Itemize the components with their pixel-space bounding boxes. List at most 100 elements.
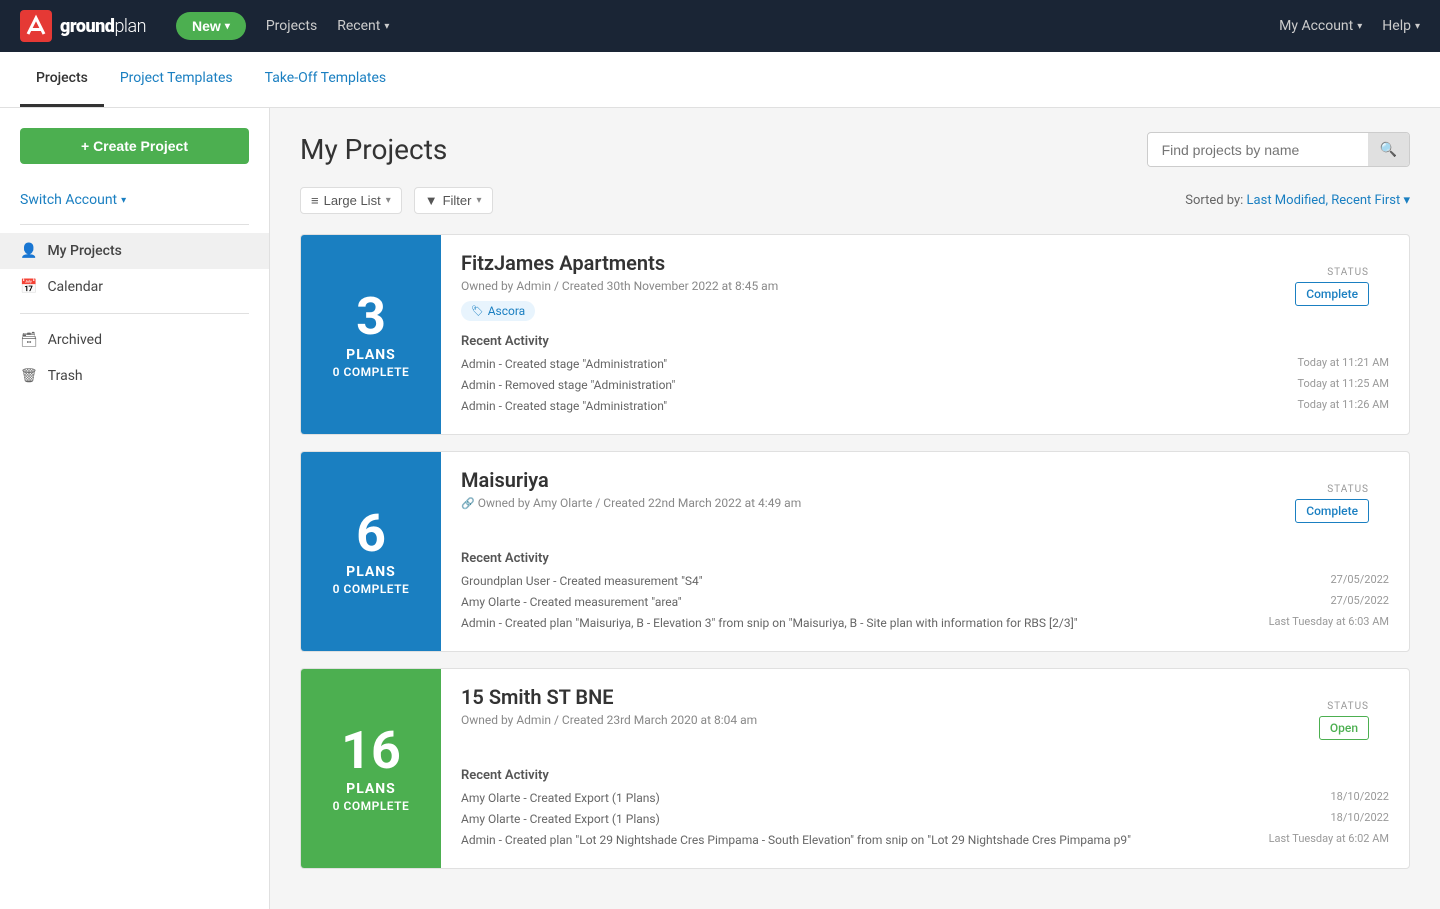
- plans-label: PLANS: [346, 347, 396, 363]
- activity-text: Amy Olarte - Created measurement "area": [461, 593, 1330, 611]
- project-meta: 🔗Owned by Amy Olarte / Created 22nd Marc…: [461, 496, 801, 510]
- activity-text: Admin - Created stage "Administration": [461, 397, 1297, 415]
- activity-row: Admin - Created stage "Administration" T…: [461, 397, 1389, 415]
- nav-right: My Account Help: [1279, 18, 1420, 34]
- project-card: 16 PLANS 0 COMPLETE 15 Smith ST BNE Owne…: [300, 668, 1410, 869]
- project-header: Maisuriya 🔗Owned by Amy Olarte / Created…: [461, 468, 1389, 539]
- content-area: My Projects 🔍 ≡ Large List ▼ Filter Sort…: [270, 108, 1440, 909]
- project-name[interactable]: Maisuriya: [461, 468, 801, 492]
- activity-row: Amy Olarte - Created Export (1 Plans) 18…: [461, 789, 1389, 807]
- status-badge[interactable]: Complete: [1295, 282, 1369, 306]
- logo-icon: [20, 10, 52, 42]
- activity-time: 27/05/2022: [1330, 572, 1389, 590]
- project-info: Maisuriya 🔗Owned by Amy Olarte / Created…: [441, 452, 1409, 651]
- project-card: 6 PLANS 0 COMPLETE Maisuriya 🔗Owned by A…: [300, 451, 1410, 652]
- activity-time: Today at 11:25 AM: [1297, 376, 1389, 394]
- project-info: 15 Smith ST BNE Owned by Admin / Created…: [441, 669, 1409, 868]
- sidebar-item-archived[interactable]: 🗃 Archived: [0, 322, 269, 358]
- activity-time: 18/10/2022: [1330, 810, 1389, 828]
- activity-row: Admin - Created plan "Lot 29 Nightshade …: [461, 831, 1389, 849]
- activity-time: Today at 11:26 AM: [1297, 397, 1389, 415]
- project-tag[interactable]: Ascora: [461, 301, 535, 321]
- nav-recent[interactable]: Recent ▾: [337, 18, 389, 34]
- tab-project-templates[interactable]: Project Templates: [104, 52, 249, 107]
- tab-projects[interactable]: Projects: [20, 52, 104, 107]
- activity-text: Amy Olarte - Created Export (1 Plans): [461, 810, 1330, 828]
- toolbar-left: ≡ Large List ▼ Filter: [300, 187, 493, 214]
- tab-takeoff-templates[interactable]: Take-Off Templates: [249, 52, 403, 107]
- plans-count: 16: [341, 725, 401, 777]
- activity-time: Last Tuesday at 6:03 AM: [1269, 614, 1389, 632]
- recent-activity-title: Recent Activity: [461, 334, 1389, 349]
- list-icon: ≡: [311, 193, 319, 208]
- project-header: FitzJames Apartments Owned by Admin / Cr…: [461, 251, 1389, 322]
- project-name[interactable]: 15 Smith ST BNE: [461, 685, 757, 709]
- link-icon: 🔗: [461, 497, 475, 510]
- activity-row: Admin - Removed stage "Administration" T…: [461, 376, 1389, 394]
- complete-label: 0 COMPLETE: [333, 365, 410, 379]
- filter-button[interactable]: ▼ Filter: [414, 187, 493, 214]
- help-link[interactable]: Help: [1382, 18, 1420, 34]
- logo-text: groundplan: [60, 16, 146, 37]
- activity-time: Last Tuesday at 6:02 AM: [1269, 831, 1389, 849]
- status-badge[interactable]: Open: [1319, 716, 1369, 740]
- content-header: My Projects 🔍: [300, 132, 1410, 167]
- main-layout: + Create Project Switch Account 👤 My Pro…: [0, 108, 1440, 909]
- activity-time: 18/10/2022: [1330, 789, 1389, 807]
- project-thumbnail[interactable]: 6 PLANS 0 COMPLETE: [301, 452, 441, 651]
- status-area: STATUS Complete: [1295, 468, 1389, 539]
- status-label: STATUS: [1295, 267, 1369, 278]
- project-name[interactable]: FitzJames Apartments: [461, 251, 778, 275]
- sidebar-item-trash[interactable]: 🗑 Trash: [0, 358, 269, 394]
- activity-text: Groundplan User - Created measurement "S…: [461, 572, 1330, 590]
- logo[interactable]: groundplan: [20, 10, 146, 42]
- activity-row: Admin - Created plan "Maisuriya, B - Ele…: [461, 614, 1389, 632]
- recent-activity: Recent Activity Amy Olarte - Created Exp…: [461, 768, 1389, 849]
- project-meta: Owned by Admin / Created 30th November 2…: [461, 279, 778, 293]
- activity-text: Admin - Created plan "Lot 29 Nightshade …: [461, 831, 1269, 849]
- plans-count: 3: [356, 291, 386, 343]
- project-card: 3 PLANS 0 COMPLETE FitzJames Apartments …: [300, 234, 1410, 435]
- status-label: STATUS: [1295, 484, 1369, 495]
- project-name-area: FitzJames Apartments Owned by Admin / Cr…: [461, 251, 778, 321]
- new-button[interactable]: New: [176, 12, 246, 40]
- top-nav: groundplan New Projects Recent ▾ My Acco…: [0, 0, 1440, 52]
- sub-nav: Projects Project Templates Take-Off Temp…: [0, 52, 1440, 108]
- project-name-area: Maisuriya 🔗Owned by Amy Olarte / Created…: [461, 468, 801, 510]
- project-thumbnail[interactable]: 16 PLANS 0 COMPLETE: [301, 669, 441, 868]
- page-title: My Projects: [300, 133, 447, 166]
- create-project-button[interactable]: + Create Project: [20, 128, 249, 164]
- switch-account[interactable]: Switch Account: [0, 184, 269, 216]
- status-badge[interactable]: Complete: [1295, 499, 1369, 523]
- project-thumbnail[interactable]: 3 PLANS 0 COMPLETE: [301, 235, 441, 434]
- status-area: STATUS Open: [1319, 685, 1389, 756]
- recent-activity: Recent Activity Groundplan User - Create…: [461, 551, 1389, 632]
- nav-projects[interactable]: Projects: [266, 18, 317, 34]
- activity-row: Admin - Created stage "Administration" T…: [461, 355, 1389, 373]
- sidebar-item-my-projects[interactable]: 👤 My Projects: [0, 233, 269, 269]
- recent-activity-title: Recent Activity: [461, 551, 1389, 566]
- recent-activity: Recent Activity Admin - Created stage "A…: [461, 334, 1389, 415]
- large-list-button[interactable]: ≡ Large List: [300, 187, 402, 214]
- sort-value-link[interactable]: Last Modified, Recent First ▾: [1247, 193, 1410, 208]
- project-info: FitzJames Apartments Owned by Admin / Cr…: [441, 235, 1409, 434]
- search-box: 🔍: [1147, 132, 1410, 167]
- activity-row: Amy Olarte - Created Export (1 Plans) 18…: [461, 810, 1389, 828]
- project-name-area: 15 Smith ST BNE Owned by Admin / Created…: [461, 685, 757, 727]
- trash-icon: 🗑: [20, 368, 38, 384]
- search-input[interactable]: [1148, 134, 1368, 166]
- plans-label: PLANS: [346, 564, 396, 580]
- complete-label: 0 COMPLETE: [333, 582, 410, 596]
- sidebar-divider-2: [20, 313, 249, 314]
- search-button[interactable]: 🔍: [1368, 133, 1409, 166]
- status-label: STATUS: [1319, 701, 1369, 712]
- activity-time: 27/05/2022: [1330, 593, 1389, 611]
- status-area: STATUS Complete: [1295, 251, 1389, 322]
- archive-icon: 🗃: [20, 332, 38, 348]
- activity-row: Amy Olarte - Created measurement "area" …: [461, 593, 1389, 611]
- my-account-link[interactable]: My Account: [1279, 18, 1362, 34]
- sidebar-item-calendar[interactable]: 📅 Calendar: [0, 269, 269, 305]
- activity-row: Groundplan User - Created measurement "S…: [461, 572, 1389, 590]
- activity-text: Admin - Created plan "Maisuriya, B - Ele…: [461, 614, 1269, 632]
- projects-list: 3 PLANS 0 COMPLETE FitzJames Apartments …: [300, 234, 1410, 869]
